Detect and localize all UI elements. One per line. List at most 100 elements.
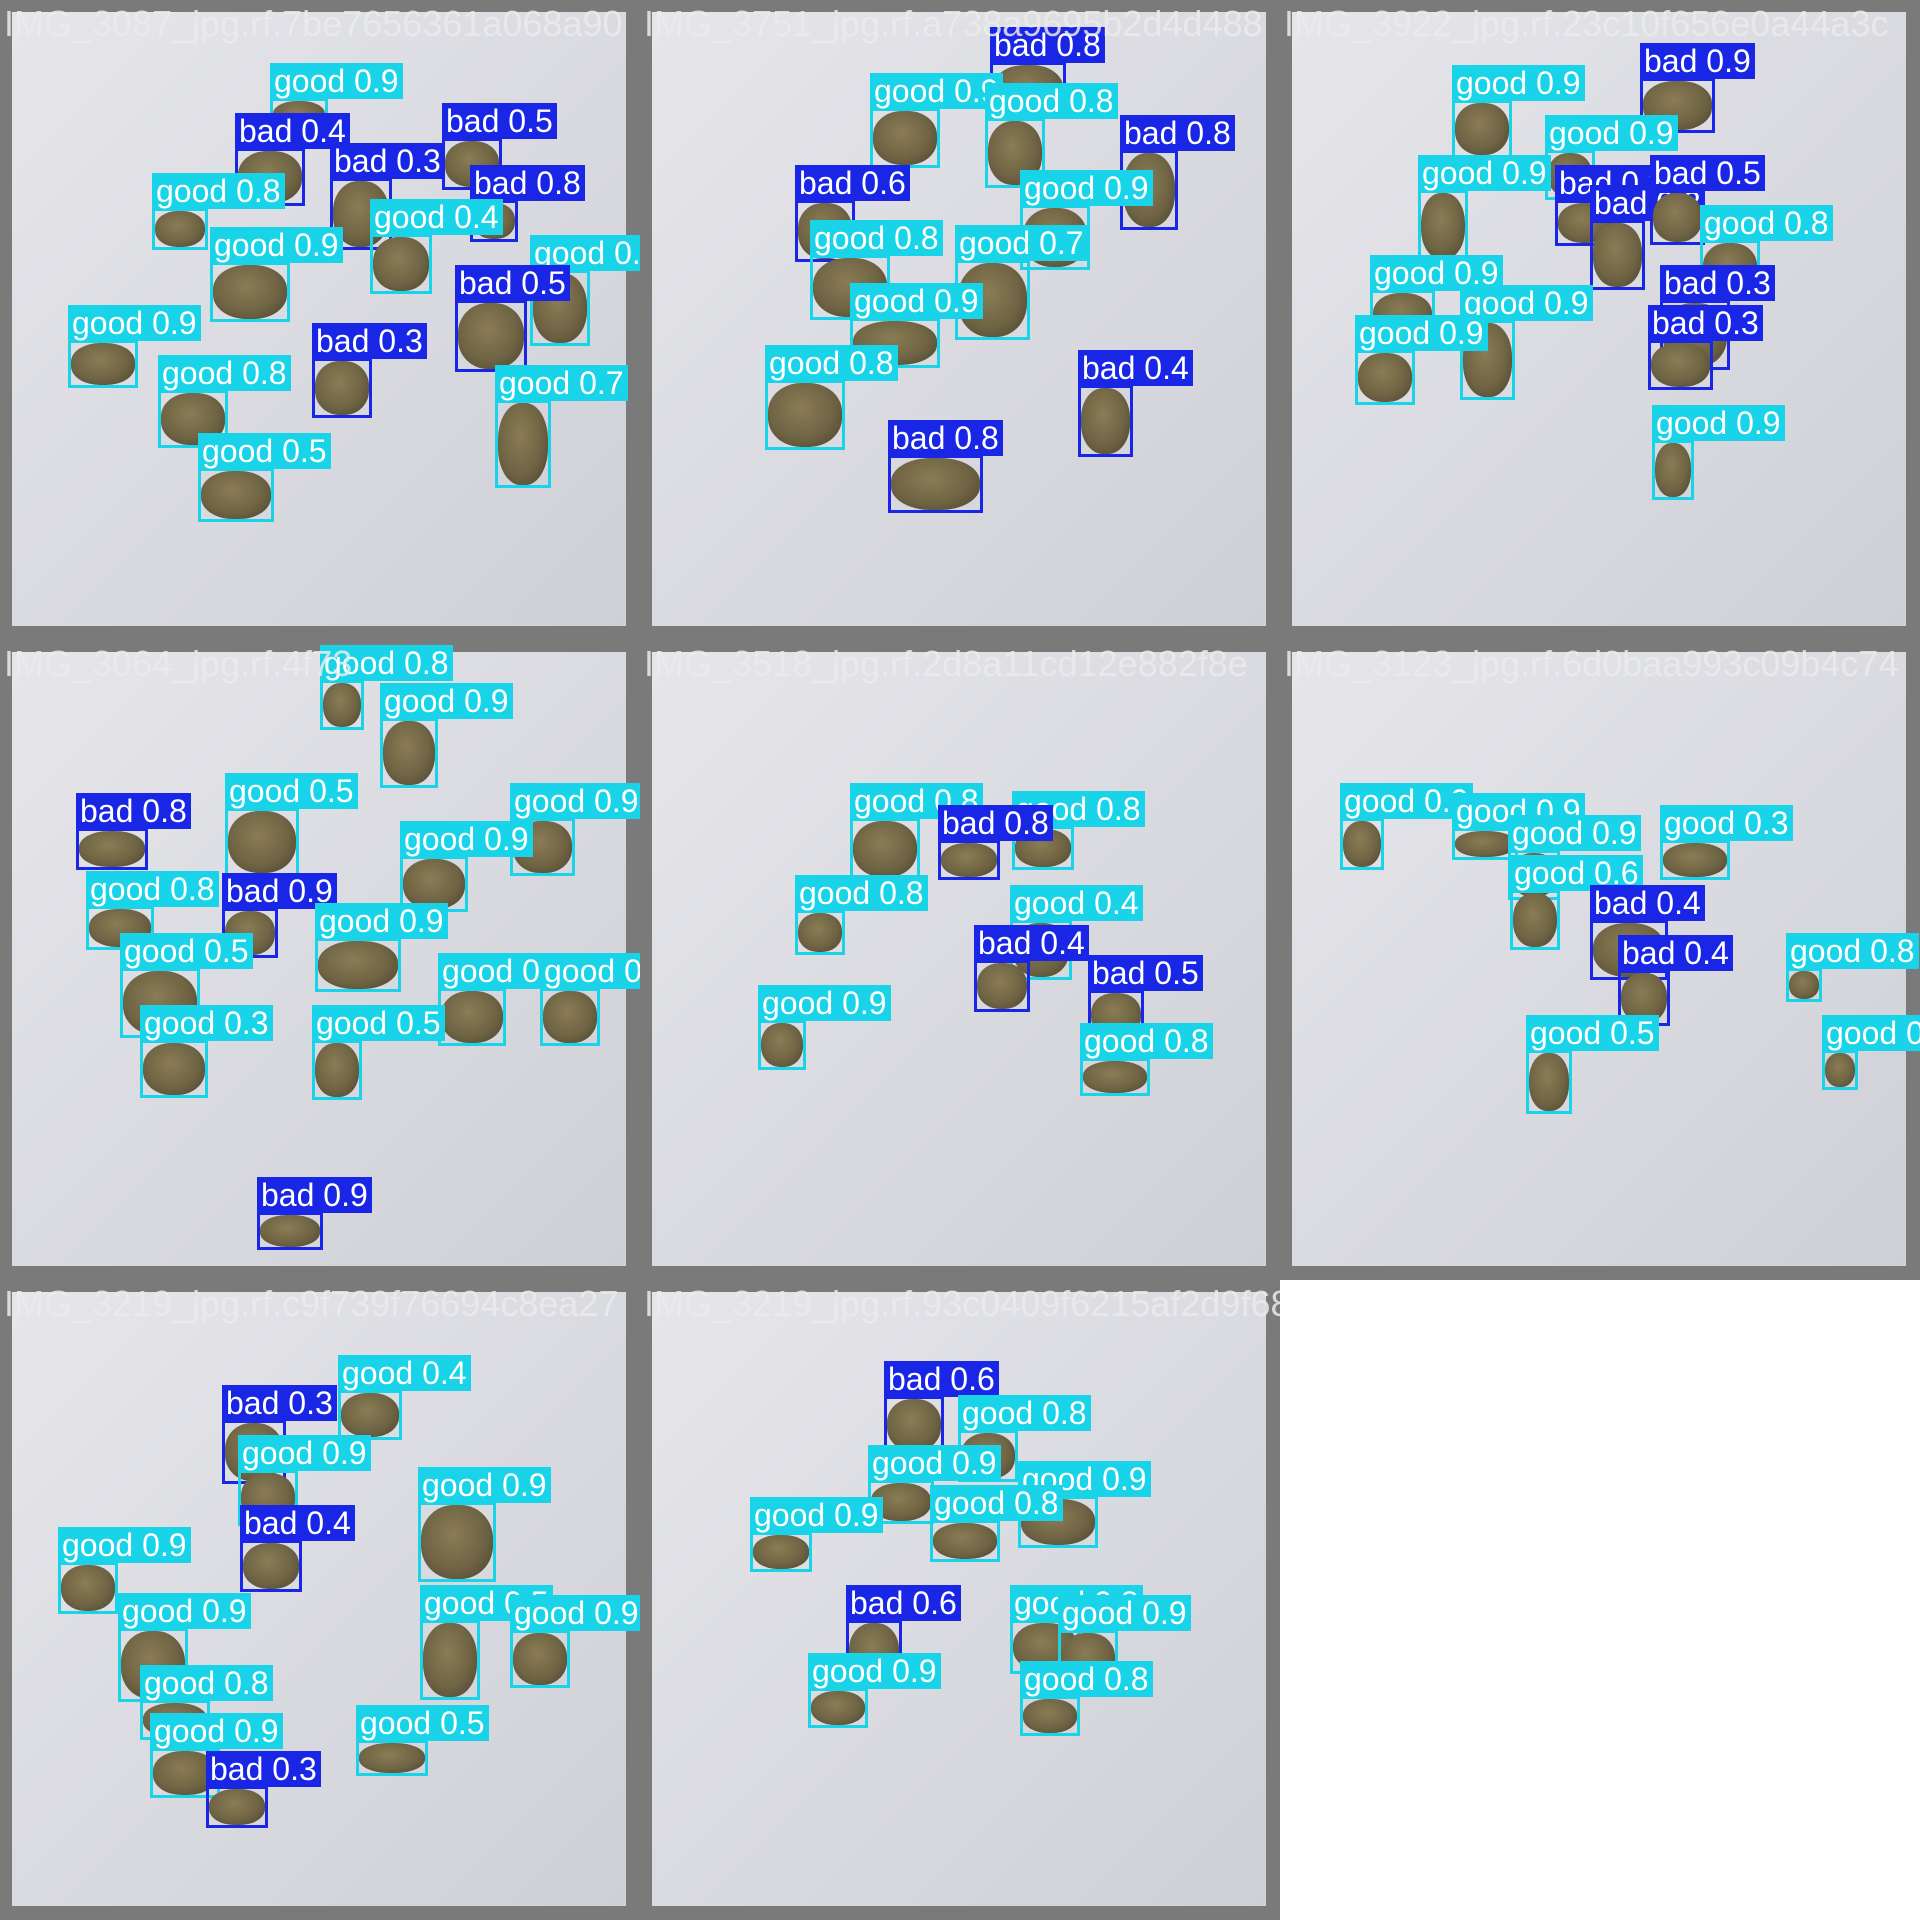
good-detection-box: good 0.8 [1020,1661,1153,1736]
detection-label: good 0.8 [1020,1661,1153,1697]
tile-filename: IMG_3219_jpg.rf.93c0409f6215af2d9f681b5e [644,1283,1280,1324]
detection-label: good 0.9 [1452,65,1585,101]
detection-label: good 0.9 [1508,815,1641,851]
detection-label: good 0.9 [1020,170,1153,206]
detection-label: good 0.4 [338,1355,471,1391]
good-detection-box: good 0.4 [338,1355,471,1440]
good-detection-box: good 0.8 [930,1485,1063,1562]
detection-label: bad 0.3 [312,323,427,359]
good-detection-box: good 0.9 [1452,65,1585,158]
bad-detection-box: bad 0.3 [1648,305,1763,390]
detection-label: bad 0.5 [455,265,570,301]
detection-label: good 0.4 [370,199,503,235]
detection-label: bad 0.8 [76,793,191,829]
good-detection-box: good 0.6 [438,953,571,1046]
detection-label: good 0.9 [850,283,983,319]
detection-label: good 0.9 [418,1467,551,1503]
good-detection-box: good 0.9 [315,903,448,992]
detection-label: good 0.9 [58,1527,191,1563]
detection-label: good 0.5 [312,1005,445,1041]
detection-label: good 0.5 [356,1705,489,1741]
tile-filename: IMG_3219_jpg.rf.c9f739f76694c8ea27 [4,1283,619,1324]
detection-label: good 0.9 [68,305,201,341]
detection-label: bad 0.5 [442,103,557,139]
tile-filename: IMG_3087_jpg.rf.7be7656361a068a90 [4,3,623,44]
detection-label: good 0.8 [958,1395,1091,1431]
detection-label: good 0.9 [400,821,533,857]
detection-label: good 0.8 [152,173,285,209]
good-detection-box: good 0.5 [1526,1015,1659,1114]
detection-tile: good 0.9 bad 0.9 good 0.9 good 0.9 bad 0.3 ba… [1280,0,1920,640]
detection-label: good 0.8 [1786,933,1919,969]
detection-label: good 0.9 [1418,155,1551,191]
detection-label: bad 0.3 [1648,305,1763,341]
detection-label: good 0.9 [315,903,448,939]
detection-label: bad 0.4 [240,1505,355,1541]
bad-detection-box: bad 0.5 [1650,155,1765,245]
good-detection-box: good 0.8 [1822,1015,1920,1090]
detection-tile: bad 0.6 good 0.8 good 0.9 good 0.9 good 0.9 g… [640,1280,1280,1920]
bad-detection-box: bad 0.9 [257,1177,372,1250]
good-detection-box: good 0.9 [808,1653,941,1728]
good-detection-box: good 0.8 [152,173,285,250]
detection-label: good 0.9 [1652,405,1785,441]
good-detection-box: good 0.9 [210,227,343,322]
tile-filename: IMG_3123_jpg.rf.6d0baa993c09b4c74 [1284,643,1899,684]
bad-detection-box: bad 0.8 [938,805,1053,880]
detection-label: good 0.9 [1058,1595,1191,1631]
detection-label: good 0.8 [1080,1023,1213,1059]
bad-detection-box: bad 0.8 [888,420,1003,513]
detection-label: bad 0.8 [1120,115,1235,151]
detection-label: bad 0.6 [795,165,910,201]
detection-tile: bad 0.8 good 0.9 good 0.8 bad 0.8 bad 0.6 goo… [640,0,1280,640]
detection-label: good 0.9 [210,227,343,263]
bad-detection-box: bad 0.8 [76,793,191,870]
detection-label: bad 0.5 [1088,955,1203,991]
detection-label: good 0.9 [150,1713,283,1749]
detection-tile: good 0.8 good 0.8 bad 0.8 good 0.8 good 0.4 b… [640,640,1280,1280]
detection-label: good 0.9 [758,985,891,1021]
good-detection-box: good 0.5 [356,1705,489,1776]
bad-detection-box: bad 0.4 [974,925,1089,1012]
detection-label: good 0.8 [930,1485,1063,1521]
detection-label: good 0.5 [198,433,331,469]
detection-label: good 0.9 [270,63,403,99]
detection-label: good 0.3 [140,1005,273,1041]
tile-filename: IMG_3064_jpg.rf.4f73 [4,643,353,684]
good-detection-box: good 0.5 [420,1585,553,1700]
detection-label: bad 0.9 [257,1177,372,1213]
detection-label: bad 0.5 [1650,155,1765,191]
detection-label: bad 0.4 [1078,350,1193,386]
good-detection-box: good 0.3 [1660,805,1793,880]
detection-label: bad 0.6 [846,1585,961,1621]
good-detection-box: good 0.9 [870,73,1003,168]
good-detection-box: good 0.9 [68,305,201,388]
bad-detection-box: bad 0.5 [455,265,570,372]
detection-label: good 0.8 [765,345,898,381]
good-detection-box: good 0.8 [850,783,983,880]
good-detection-box: good 0.6 [1510,855,1643,950]
detection-label: good 0.9 [380,683,513,719]
detection-label: good 0.8 [985,83,1118,119]
detection-label: good 0.9 [510,783,640,819]
detection-label: good 0.9 [1545,115,1678,151]
good-detection-box: good 0.9 [758,985,891,1070]
detection-label: good 0.8 [86,871,219,907]
detection-label: good 0.9 [750,1497,883,1533]
detection-label: bad 0.3 [1660,265,1775,301]
detection-label: good 0.5 [1526,1015,1659,1051]
good-detection-box: good 0.9 [58,1527,191,1614]
detection-label: good 0.5 [225,773,358,809]
detection-label: bad 0.3 [330,143,445,179]
good-detection-box: good 0.5 [312,1005,445,1100]
good-detection-box: good 0.8 [765,345,898,450]
good-detection-box: good 0.5 [198,433,331,522]
detection-label: bad 0.6 [884,1361,999,1397]
detection-label: good 0.7 [495,365,628,401]
detection-label: good 0.4 [1010,885,1143,921]
good-detection-box: good 0.4 [370,199,503,294]
detection-label: good 0.9 [1355,315,1488,351]
good-detection-box: good 0.9 [1340,783,1473,870]
detection-label: good 0.8 [810,220,943,256]
detection-label: bad 0.4 [1590,885,1705,921]
